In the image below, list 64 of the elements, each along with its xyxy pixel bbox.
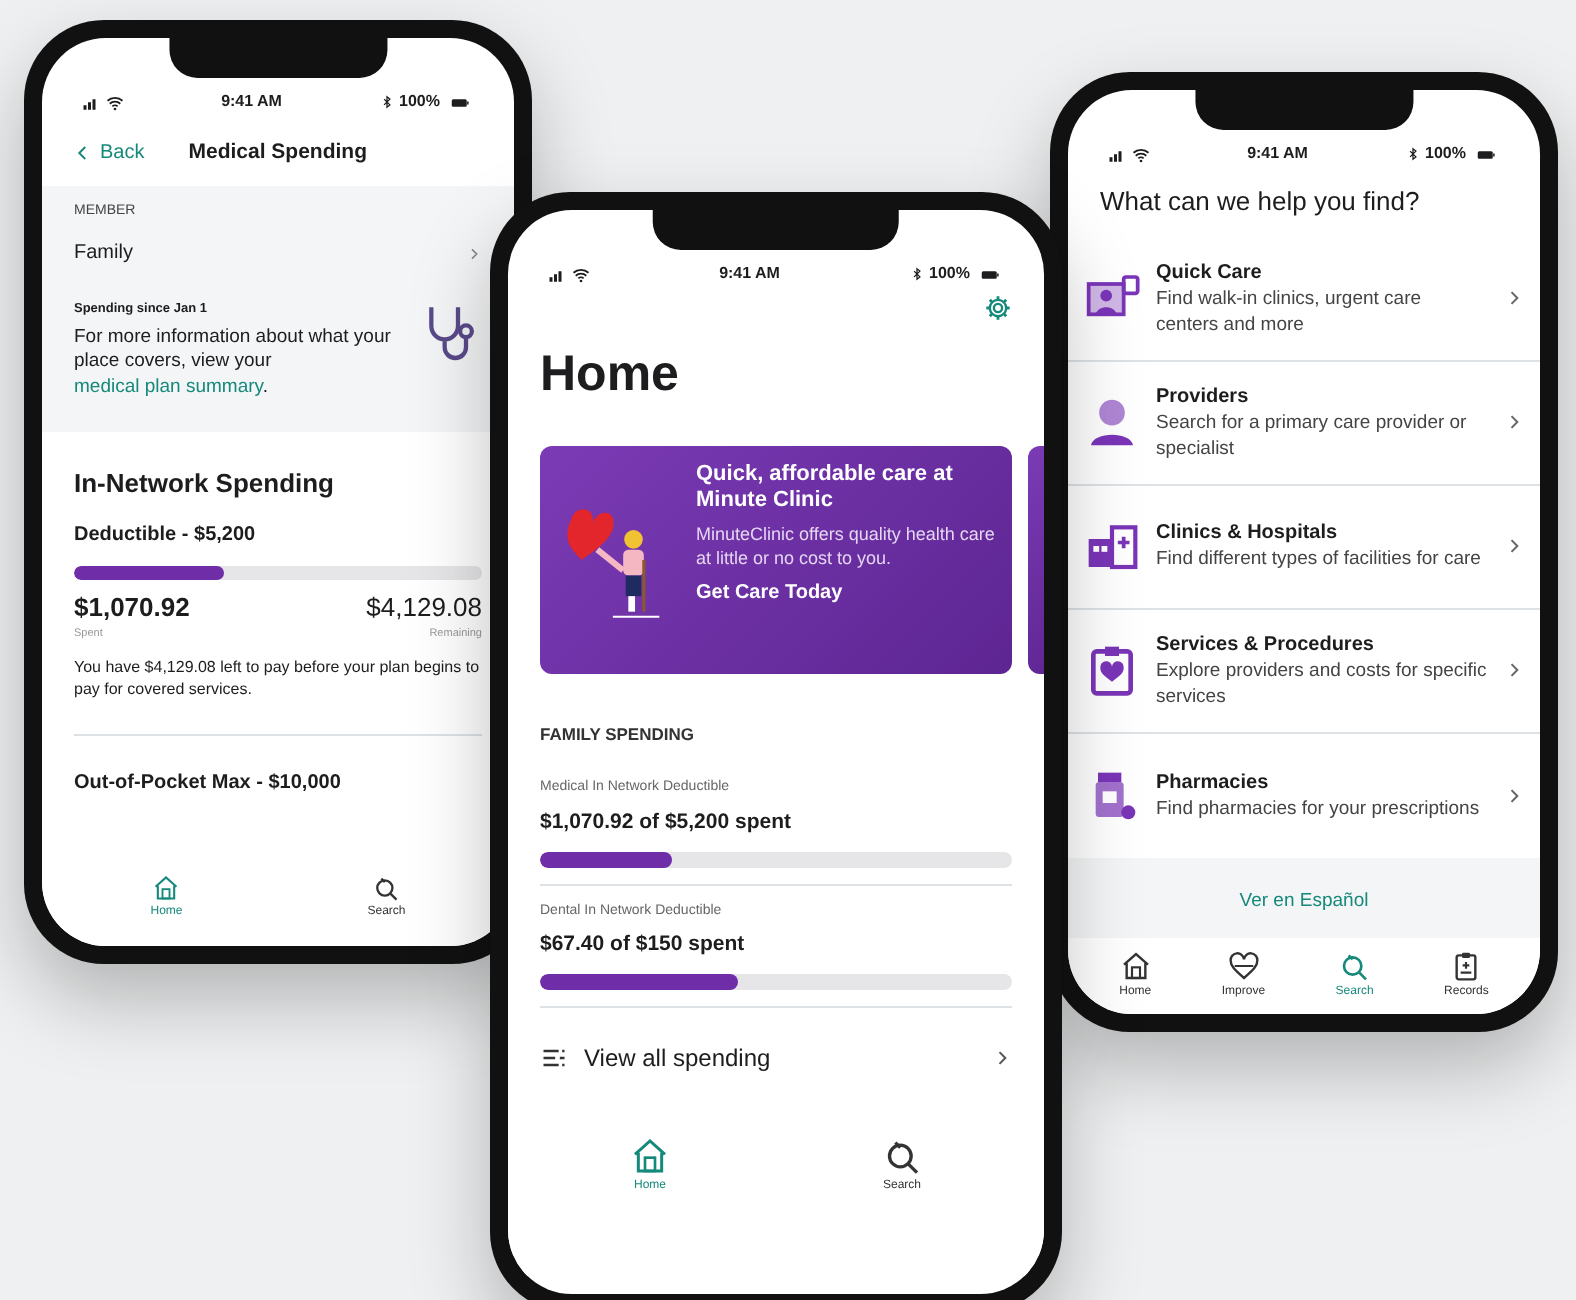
search-category-item[interactable]: Services & Procedures Explore providers and costs for specific services [1068,609,1540,733]
category-description: Find pharmacies for your prescriptions [1156,797,1482,823]
heart-icon [1227,949,1260,981]
section-label: FAMILY SPENDING [540,721,696,747]
category-description: Find different types of facilities for care [1156,548,1483,574]
battery-percent: 100% [929,262,970,286]
search-category-item[interactable]: Clinics & Hospitals Find different types of facilities for care [1068,485,1540,609]
out-of-pocket-title: Out-of-Pocket Max - $10,000 [74,769,343,798]
category-description: Explore providers and costs for specific services [1156,660,1488,710]
bluetooth-icon [1405,146,1420,162]
category-title: Services & Procedures [1156,632,1376,661]
get-care-link[interactable]: Get Care Today [696,578,996,609]
category-title: Pharmacies [1156,769,1271,798]
spent-amount: $1,070.92 [74,589,190,626]
battery-percent: 100% [1425,142,1466,166]
back-icon [74,144,92,163]
plan-summary-link[interactable]: medical plan summary [74,375,263,398]
promo-card[interactable]: Quick, affordable care at Minute Clinic MinuteClinic offers quality health care at little or no cost to you. Get Care Today [540,445,1012,673]
search-icon [1338,949,1371,981]
search-icon [372,874,401,902]
wifi-icon [572,265,590,283]
status-time: 9:41 AM [719,262,780,286]
explanation-text: You have $4,129.08 left to pay before your plan begins to pay for covered services. [74,658,482,736]
view-all-label: View all spending [584,1041,773,1076]
screen-heading: What can we help you find? [1098,184,1422,220]
wifi-icon [106,93,124,111]
category-description: Find walk-in clinics, urgent care centers and more [1156,288,1424,338]
spending-amount: $67.40 of $150 spent [540,930,747,960]
screen-title: Medical Spending [188,138,367,168]
settings-icon [984,294,1012,322]
category-description: Search for a primary care provider or specialist [1156,412,1469,462]
language-link[interactable]: Ver en Español [1239,889,1369,911]
search-category-item[interactable]: Quick Care Find walk-in clinics, urgent care centers and more [1068,237,1540,361]
info-text: For more information about what your place covers, view your medical plan summary. [74,326,393,401]
bluetooth-icon [909,266,924,282]
signal-icon [82,93,100,111]
status-time: 9:41 AM [1247,142,1308,166]
search-category-item[interactable]: Pharmacies Find pharmacies for your prescriptions [1068,733,1540,857]
signal-icon [1108,145,1126,163]
section-heading: In-Network Spending [74,466,336,503]
bluetooth-icon [379,94,394,110]
back-link[interactable]: Back [74,138,145,169]
remaining-amount: $4,129.08 [366,589,482,626]
card-title: Quick, affordable care at Minute Clinic [696,461,955,516]
category-title: Clinics & Hospitals [1156,520,1340,549]
category-title: Quick Care [1156,260,1264,289]
card-text: MinuteClinic offers quality health care at little or no cost to you. [696,524,996,571]
status-time: 9:41 AM [221,90,282,114]
clipboard-icon [1450,949,1483,981]
screen-title: Home [538,344,681,406]
category-title: Providers [1156,384,1251,413]
home-icon [1119,949,1152,981]
member-name: Family [74,240,133,269]
home-icon [630,1135,670,1176]
signal-icon [548,265,566,283]
spending-amount: $1,070.92 of $5,200 spent [540,807,793,838]
view-all-row[interactable]: View all spending [508,1007,1044,1108]
battery-percent: 100% [399,90,440,114]
search-category-item[interactable]: Providers Search for a primary care provider or specialist [1068,361,1540,485]
chevron-right-icon [466,243,482,264]
deductible-title: Deductible - $5,200 [74,521,258,550]
search-icon [882,1135,922,1176]
home-icon [152,874,181,902]
wifi-icon [1132,145,1150,163]
